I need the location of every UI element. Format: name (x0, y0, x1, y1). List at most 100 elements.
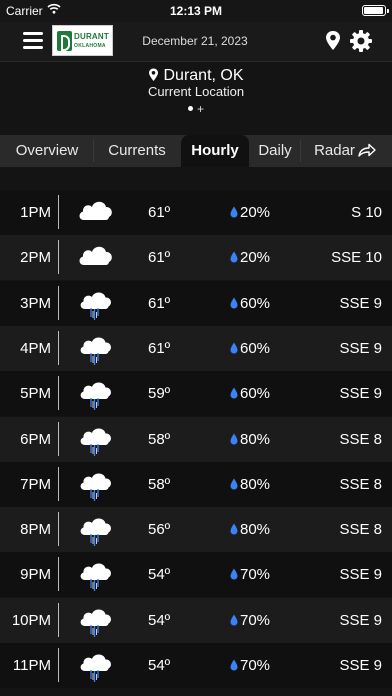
temperature: 61º (148, 294, 171, 312)
location-pager[interactable]: + (0, 102, 392, 116)
location-subtitle: Current Location (147, 84, 245, 99)
status-bar: Carrier 12:13 PM (0, 0, 392, 22)
row-divider (58, 376, 59, 411)
temperature: 58º (148, 430, 171, 448)
raindrop-icon (230, 206, 238, 218)
raindrop-icon (230, 568, 238, 580)
raindrop-icon (230, 297, 238, 309)
menu-icon[interactable] (23, 32, 43, 50)
row-divider (58, 285, 59, 320)
precip-chance: 80% (240, 475, 271, 493)
hour-label: 10PM (11, 611, 51, 629)
raindrop-icon (230, 342, 238, 354)
raindrop-icon (230, 478, 238, 490)
precip-chance: 20% (240, 249, 271, 267)
tab-bar: Overview Currents Hourly Daily Radar (0, 135, 392, 167)
add-location-button[interactable]: + (197, 102, 204, 116)
hour-label: 8PM (20, 521, 51, 539)
hour-label: 9PM (20, 566, 51, 584)
temperature: 54º (148, 566, 171, 584)
temperature: 61º (148, 249, 171, 267)
precip-chance: 70% (240, 611, 271, 629)
wind-value: SSE 8 (339, 430, 382, 448)
location-pin-icon[interactable] (324, 30, 342, 52)
gear-icon[interactable] (349, 29, 373, 53)
hourly-row: 5PM 59º 60% SSE 9 (0, 371, 392, 417)
wind-value: SSE 9 (339, 611, 382, 629)
row-divider (58, 421, 59, 456)
hourly-row: 4PM 61º 60% SSE 9 (0, 325, 392, 371)
hourly-row: 7PM 58º 80% SSE 8 (0, 461, 392, 507)
hourly-row: 11PM 54º 70% SSE 9 (0, 643, 392, 688)
row-divider (58, 330, 59, 365)
temperature: 54º (148, 611, 171, 629)
tab-radar-label: Radar (314, 142, 355, 159)
hourly-row: 2PM 61º 20% SSE 10 (0, 235, 392, 281)
row-divider (58, 648, 59, 682)
rain-cloud-icon (77, 649, 115, 683)
durant-logo: DURANT OKLAHOMA (52, 25, 113, 56)
wind-value: SSE 8 (339, 475, 382, 493)
row-divider (58, 195, 59, 229)
hour-label: 4PM (20, 339, 51, 357)
hour-label: 5PM (20, 385, 51, 403)
hour-label: 2PM (20, 249, 51, 267)
hour-label: 7PM (20, 475, 51, 493)
precip-chance: 60% (240, 385, 271, 403)
hourly-row: 1PM 61º 20% S 10 (0, 190, 392, 235)
wind-value: SSE 9 (339, 657, 382, 674)
raindrop-icon (230, 433, 238, 444)
precip-chance: 80% (240, 430, 271, 448)
hour-label: 6PM (20, 430, 51, 448)
raindrop-icon (230, 251, 238, 263)
header-date: December 21, 2023 (142, 34, 248, 48)
hourly-row: 8PM 56º 80% SSE 8 (0, 507, 392, 553)
logo-text: DURANT (74, 32, 109, 41)
hour-label: 11PM (12, 657, 51, 674)
row-divider (58, 557, 59, 592)
tab-overview[interactable]: Overview (2, 135, 92, 167)
rain-cloud-icon (77, 377, 115, 411)
temperature: 54º (148, 657, 171, 674)
location-title[interactable]: Durant, OK (0, 67, 392, 85)
wind-value: SSE 8 (339, 521, 382, 539)
hourly-row: 9PM 54º 70% SSE 9 (0, 552, 392, 598)
location-panel: Durant, OK Current Location + (0, 64, 392, 122)
precip-chance: 60% (240, 294, 271, 312)
wind-value: S 10 (351, 204, 382, 221)
logo-subtext: OKLAHOMA (74, 43, 106, 49)
rain-cloud-icon (77, 604, 115, 638)
location-city: Durant, OK (163, 67, 244, 84)
raindrop-icon (230, 387, 238, 399)
row-divider (58, 240, 59, 275)
app-header: DURANT OKLAHOMA December 21, 2023 (0, 22, 392, 62)
rain-cloud-icon (77, 332, 115, 366)
tab-divider (300, 140, 301, 162)
rain-cloud-icon (77, 423, 115, 457)
tab-radar[interactable]: Radar (302, 135, 388, 167)
cloudy-icon (77, 196, 115, 230)
raindrop-icon (230, 614, 238, 626)
rain-cloud-icon (77, 558, 115, 592)
hourly-row: 3PM 61º 60% SSE 9 (0, 280, 392, 326)
clock: 12:13 PM (169, 4, 223, 18)
location-pin-small-icon (149, 68, 159, 81)
tab-currents[interactable]: Currents (94, 135, 180, 167)
wind-value: SSE 9 (339, 294, 382, 312)
precip-chance: 70% (240, 657, 271, 674)
rain-cloud-icon (77, 287, 115, 321)
battery-icon (362, 5, 389, 16)
temperature: 59º (148, 385, 171, 403)
temperature: 56º (148, 521, 171, 539)
share-arrow-icon (358, 143, 376, 157)
logo-mark (57, 31, 72, 51)
precip-chance: 20% (240, 204, 271, 221)
precip-chance: 80% (240, 521, 271, 539)
tab-daily[interactable]: Daily (250, 135, 300, 167)
row-divider (58, 512, 59, 547)
tab-hourly[interactable]: Hourly (181, 135, 249, 167)
rain-cloud-icon (77, 513, 115, 547)
row-divider (58, 602, 59, 637)
temperature: 58º (148, 475, 171, 493)
row-divider (58, 466, 59, 501)
